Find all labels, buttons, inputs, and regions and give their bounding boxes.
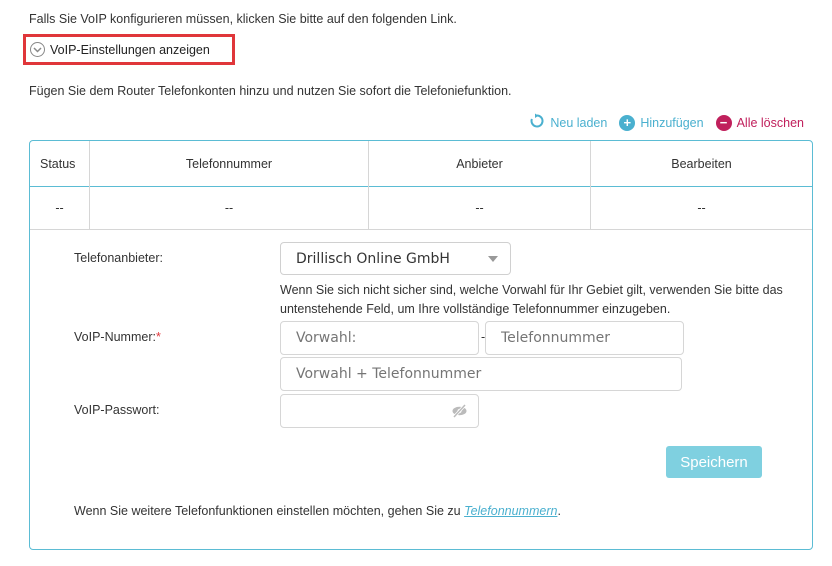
required-mark: * <box>155 330 161 344</box>
header-edit: Bearbeiten <box>671 156 732 171</box>
intro-text: Falls Sie VoIP konfigurieren müssen, kli… <box>29 12 457 26</box>
row-phone-number: -- <box>90 186 369 229</box>
table-header: Status Telefonnummer Anbieter Bearbeiten <box>30 141 812 187</box>
phone-number-input[interactable] <box>485 321 684 355</box>
description-text: Fügen Sie dem Router Telefonkonten hinzu… <box>29 84 512 98</box>
header-provider: Anbieter <box>369 141 591 186</box>
chevron-down-icon <box>30 42 45 57</box>
table-actions: Neu laden + Hinzufügen − Alle löschen <box>529 113 804 132</box>
provider-label: Telefonanbieter: <box>74 251 163 265</box>
voip-toggle-label: VoIP-Einstellungen anzeigen <box>50 42 210 57</box>
header-status: Status <box>30 141 90 186</box>
provider-value: Drillisch Online GmbH <box>296 250 450 267</box>
save-button[interactable]: Speichern <box>666 446 762 478</box>
footer-suffix: . <box>557 504 561 518</box>
add-button[interactable]: + Hinzufügen <box>619 114 704 131</box>
provider-select[interactable]: Drillisch Online GmbH <box>280 242 511 275</box>
area-code-input[interactable] <box>280 321 479 355</box>
delete-all-button[interactable]: − Alle löschen <box>715 114 804 131</box>
phone-accounts-table: Status Telefonnummer Anbieter Bearbeiten… <box>29 140 813 550</box>
table-row: -- -- -- -- <box>30 186 812 230</box>
delete-all-label: Alle löschen <box>736 115 804 130</box>
add-label: Hinzufügen <box>640 115 704 130</box>
row-edit: -- <box>697 200 706 215</box>
reload-button[interactable]: Neu laden <box>529 113 607 132</box>
footer-prefix: Wenn Sie weitere Telefonfunktionen einst… <box>74 504 461 518</box>
voip-number-label-text: VoIP-Nummer: <box>74 330 156 344</box>
row-provider: -- <box>369 186 591 229</box>
phone-numbers-link[interactable]: Telefonnummern <box>464 504 557 518</box>
full-number-input[interactable] <box>280 357 682 391</box>
voip-number-label: VoIP-Nummer:* <box>74 330 161 344</box>
area-code-hint: Wenn Sie sich nicht sicher sind, welche … <box>280 283 783 316</box>
eye-slash-icon[interactable] <box>451 403 468 422</box>
voip-password-label: VoIP-Passwort: <box>74 403 160 417</box>
minus-icon: − <box>715 114 732 131</box>
plus-icon: + <box>619 114 636 131</box>
voip-password-input[interactable] <box>280 394 479 428</box>
dropdown-arrow-icon <box>488 256 498 262</box>
footer-note: Wenn Sie weitere Telefonfunktionen einst… <box>74 504 561 518</box>
header-phone-number: Telefonnummer <box>90 141 369 186</box>
refresh-icon <box>529 113 545 132</box>
row-status: -- <box>30 186 90 229</box>
reload-label: Neu laden <box>550 115 608 130</box>
voip-settings-toggle[interactable]: VoIP-Einstellungen anzeigen <box>23 34 235 65</box>
